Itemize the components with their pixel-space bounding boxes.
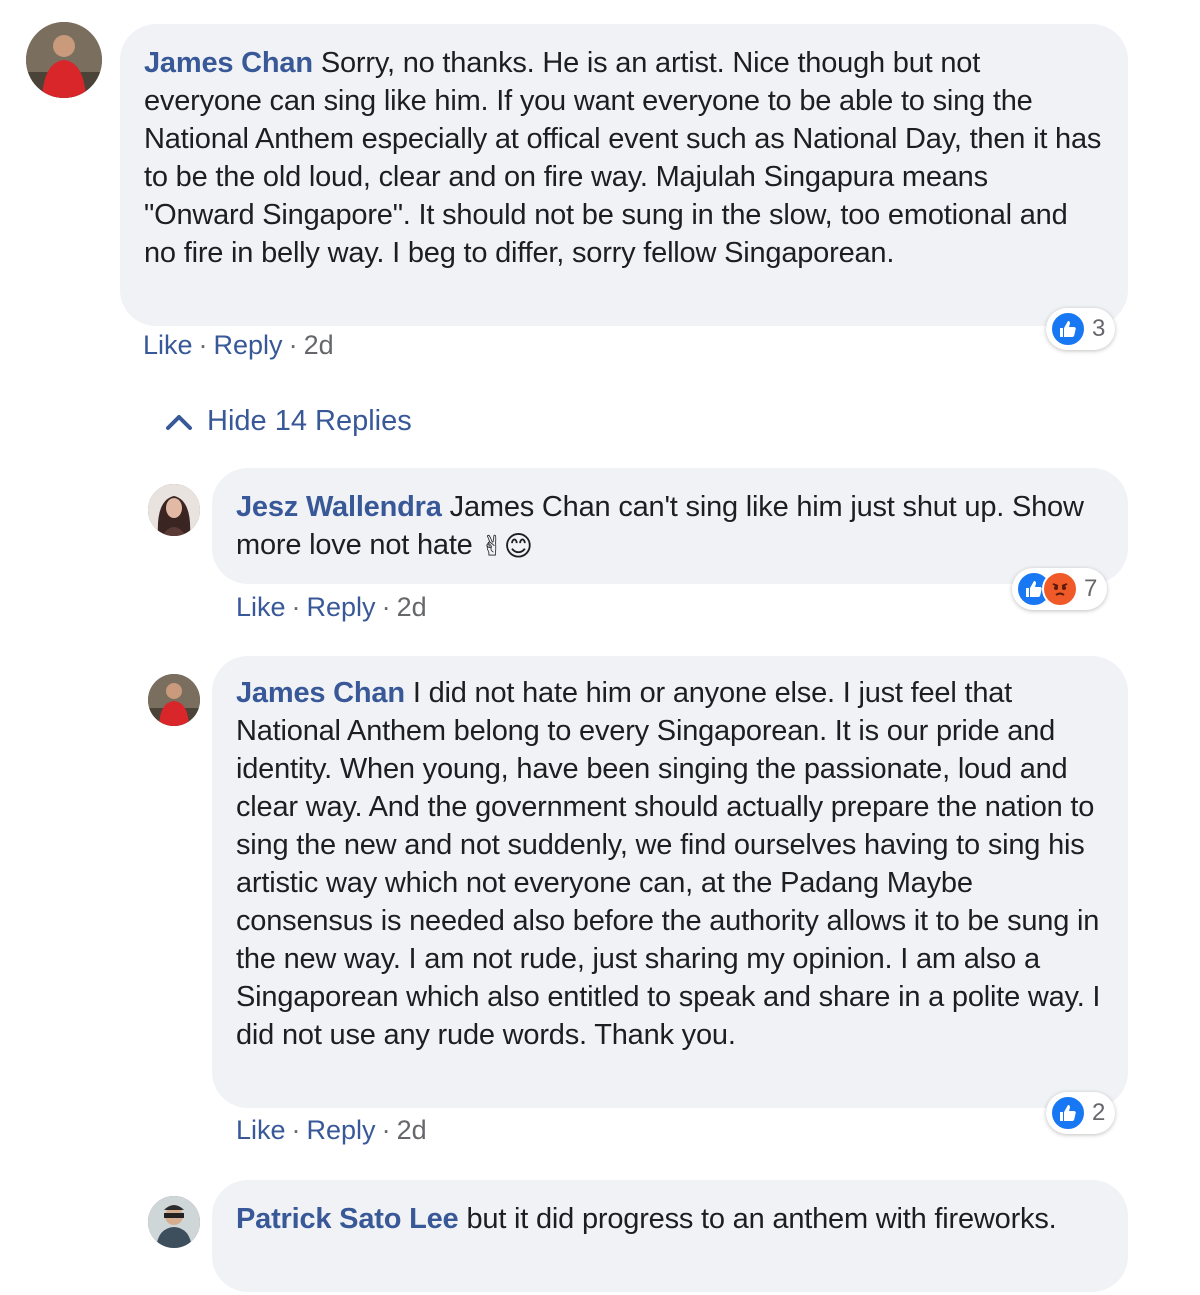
timestamp[interactable]: 2d bbox=[397, 592, 427, 622]
avatar-image bbox=[148, 674, 200, 726]
reaction-count: 2 bbox=[1092, 1099, 1106, 1126]
hide-replies-label: Hide 14 Replies bbox=[207, 405, 412, 437]
hide-replies-toggle[interactable]: Hide 14 Replies bbox=[165, 405, 412, 438]
thumbs-up-icon bbox=[1050, 311, 1086, 347]
separator: · bbox=[381, 592, 391, 622]
separator: · bbox=[291, 1115, 301, 1145]
comment-actions: Like · Reply · 2d bbox=[143, 330, 334, 361]
reaction-count: 3 bbox=[1092, 315, 1106, 342]
reply-author[interactable]: Patrick Sato Lee bbox=[236, 1203, 459, 1235]
avatar[interactable] bbox=[148, 674, 200, 726]
comment-text: Sorry, no thanks. He is an artist. Nice … bbox=[144, 47, 1102, 269]
reply-text: but it did progress to an anthem with fi… bbox=[466, 1203, 1057, 1235]
reply-link[interactable]: Reply bbox=[307, 592, 376, 622]
timestamp[interactable]: 2d bbox=[397, 1115, 427, 1145]
thumbs-up-icon bbox=[1050, 1095, 1086, 1131]
reply-author[interactable]: James Chan bbox=[236, 677, 405, 709]
like-link[interactable]: Like bbox=[236, 1115, 286, 1145]
chevron-up-icon bbox=[166, 414, 192, 430]
avatar[interactable] bbox=[148, 484, 200, 536]
avatar[interactable] bbox=[26, 22, 102, 98]
reply-bubble: Jesz Wallendra James Chan can't sing like… bbox=[212, 468, 1128, 584]
reply-actions: Like · Reply · 2d bbox=[236, 592, 427, 623]
like-link[interactable]: Like bbox=[236, 592, 286, 622]
separator: · bbox=[381, 1115, 391, 1145]
comment-bubble: James Chan Sorry, no thanks. He is an art… bbox=[120, 24, 1128, 326]
separator: · bbox=[288, 330, 298, 360]
reply-actions: Like · Reply · 2d bbox=[236, 1115, 427, 1146]
reaction-count: 7 bbox=[1084, 575, 1098, 602]
reply-text: I did not hate him or anyone else. I jus… bbox=[236, 677, 1101, 1051]
avatar-image bbox=[148, 1196, 200, 1248]
avatar-image bbox=[26, 22, 102, 98]
avatar-image bbox=[148, 484, 200, 536]
avatar[interactable] bbox=[148, 1196, 200, 1248]
reply-bubble: Patrick Sato Lee but it did progress to a… bbox=[212, 1180, 1128, 1292]
separator: · bbox=[291, 592, 301, 622]
angry-face-icon bbox=[1042, 571, 1078, 607]
like-link[interactable]: Like bbox=[143, 330, 193, 360]
separator: · bbox=[198, 330, 208, 360]
reaction-summary[interactable]: 3 bbox=[1046, 308, 1116, 350]
reaction-summary[interactable]: 7 bbox=[1012, 568, 1108, 610]
peace-smile-emoji: ✌😊 bbox=[480, 530, 533, 562]
reply-author[interactable]: Jesz Wallendra bbox=[236, 491, 442, 523]
reply-bubble: James Chan I did not hate him or anyone e… bbox=[212, 656, 1128, 1108]
timestamp[interactable]: 2d bbox=[304, 330, 334, 360]
reply-link[interactable]: Reply bbox=[214, 330, 283, 360]
reaction-summary[interactable]: 2 bbox=[1046, 1092, 1116, 1134]
reply-link[interactable]: Reply bbox=[307, 1115, 376, 1145]
comment-author[interactable]: James Chan bbox=[144, 47, 313, 79]
